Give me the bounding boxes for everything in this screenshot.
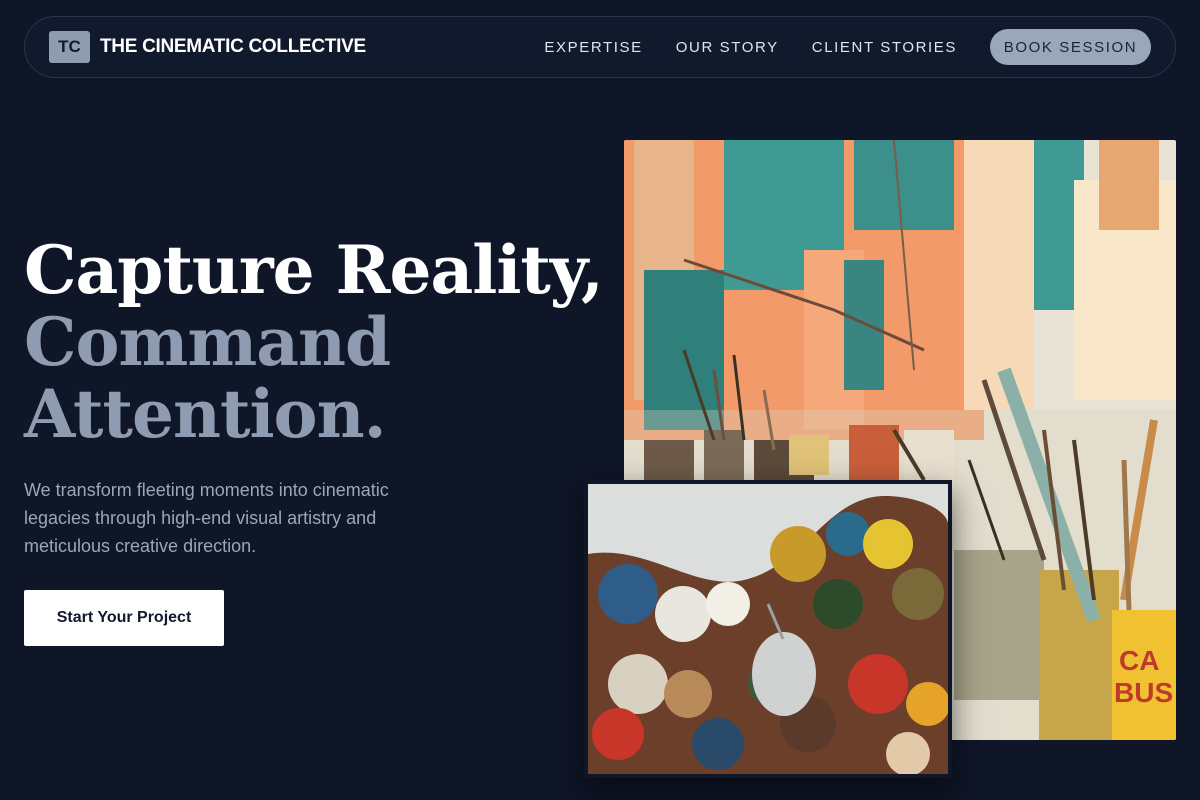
logo-badge: TC: [49, 31, 90, 63]
paint-palette-photo: [584, 480, 952, 778]
nav-link-client-stories[interactable]: CLIENT STORIES: [812, 39, 957, 56]
headline-line-3: Attention.: [24, 375, 387, 453]
hero-headline: Capture Reality, Command Attention.: [24, 231, 604, 453]
brand-name: THE CINEMATIC COLLECTIVE: [100, 36, 366, 57]
hero-description: We transform fleeting moments into cinem…: [24, 480, 389, 556]
nav-link-expertise[interactable]: EXPERTISE: [544, 39, 642, 56]
svg-text:BUS: BUS: [1114, 677, 1173, 708]
nav-links: EXPERTISE OUR STORY CLIENT STORIES BOOK …: [511, 29, 1151, 65]
svg-text:CA: CA: [1119, 645, 1159, 676]
nav-link-our-story[interactable]: OUR STORY: [676, 39, 779, 56]
headline-line-1: Capture Reality,: [24, 231, 604, 309]
brand-logo-link[interactable]: TC THE CINEMATIC COLLECTIVE: [49, 31, 366, 63]
headline-line-2: Command: [24, 303, 391, 381]
top-navbar: TC THE CINEMATIC COLLECTIVE EXPERTISE OU…: [24, 16, 1176, 78]
book-session-button[interactable]: BOOK SESSION: [990, 29, 1151, 65]
start-project-button[interactable]: Start Your Project: [24, 590, 224, 646]
